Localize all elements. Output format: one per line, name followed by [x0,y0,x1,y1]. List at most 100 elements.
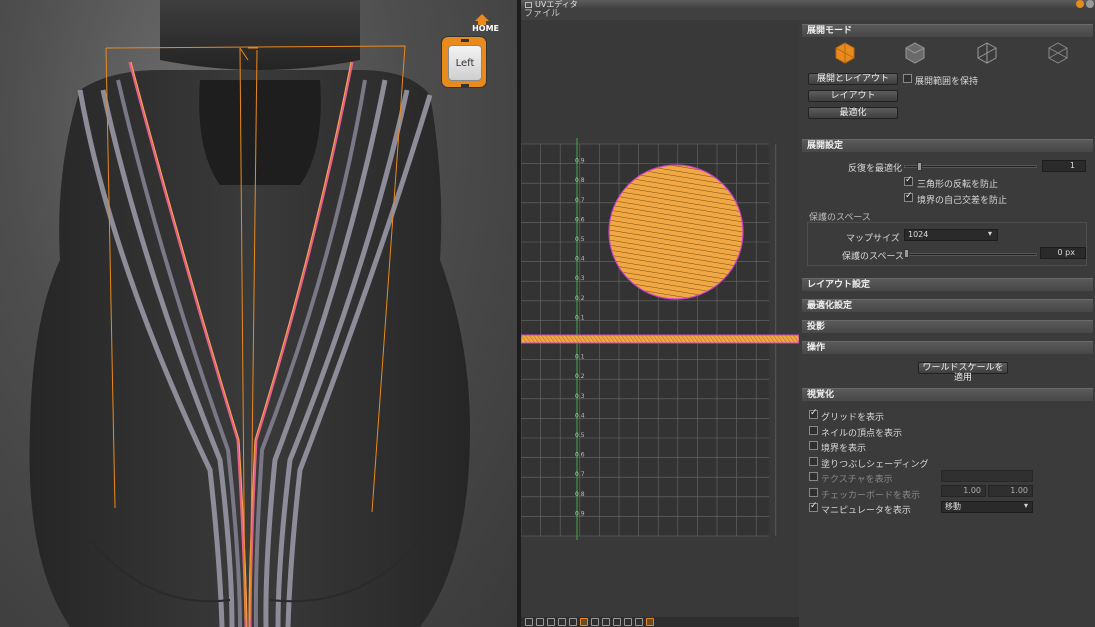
v-tick-label: 0.5 [575,432,585,439]
optimize-button[interactable]: 最適化 [808,107,898,119]
view-cube-frame[interactable]: Left [441,36,487,88]
layout-button[interactable]: レイアウト [808,90,898,102]
uv-canvas[interactable]: 0.9 0.8 0.7 0.6 0.5 0.4 0.3 0.2 0.1 0.1 0.2 0.3 0.4 0… [521,20,799,617]
settings-icon[interactable] [1076,0,1084,8]
texture-dropdown[interactable] [941,470,1033,482]
keep-range-label: 展開範囲を保持 [915,77,979,87]
shape-icon[interactable] [613,618,621,626]
window-icon [525,2,532,8]
select-icon[interactable] [547,618,555,626]
pin-icon[interactable] [646,618,654,626]
display-option-checkbox[interactable] [809,487,818,497]
mode-4-icon[interactable] [1047,42,1069,64]
optimize-iter-slider-knob[interactable] [917,162,922,171]
move-icon[interactable] [569,618,577,626]
3d-viewport[interactable]: HOME Left [0,0,517,627]
mesh-icon[interactable] [602,618,610,626]
checker-u-field[interactable]: 1.00 [941,485,986,497]
display-option-label: マニピュレータを表示 [821,506,911,516]
mode-3-icon[interactable] [976,42,998,64]
section-display[interactable]: 視覚化 [802,388,1093,401]
v-tick-label: 0.1 [575,354,585,361]
display-option-checkbox[interactable] [809,456,818,466]
apply-world-scale-button[interactable]: ワールドスケールを適用 [918,362,1008,383]
section-optimize-settings[interactable]: 最適化設定 [802,299,1093,312]
optimize-iter-slider[interactable] [904,165,1037,168]
unfold-layout-button[interactable]: 展開とレイアウト [808,73,898,85]
home-label[interactable]: HOME [472,24,499,33]
display-option-checkbox[interactable] [809,425,818,435]
display-option-label: 境界を表示 [821,444,867,454]
map-size-dropdown[interactable]: 1024 [904,229,998,241]
display-option-checkbox[interactable] [809,441,818,450]
uv-editor-titlebar[interactable]: UVエディタ [521,0,1095,9]
cube-edge-marker [461,84,469,87]
display-option-label: グリッドを表示 [821,413,885,423]
v-tick-label: 0.7 [575,471,585,478]
display-option-label: ネイルの頂点を表示 [821,428,903,439]
home-icon[interactable] [475,14,489,25]
section-operations[interactable]: 操作 [802,341,1093,354]
v-tick-label: 0.2 [575,295,585,302]
checker-icon[interactable] [635,618,643,626]
checker-v-field[interactable]: 1.00 [988,485,1033,497]
keep-range-checkbox[interactable] [903,74,912,83]
gutter-field[interactable]: 0 px [1040,247,1086,259]
unfold-mode-icon[interactable] [834,42,856,64]
v-tick-label: 0.2 [575,373,585,380]
v-tick-label: 0.6 [575,216,585,223]
app-root: HOME Left UVエディタ ファイル 0.9 0.8 0.7 0.6 0.5 0.4… [0,0,1095,627]
uv-settings-panel: 展開モード 展開とレイアウト 展開範囲を保持 レイアウト 最適化 展開設定 反復… [799,20,1095,627]
cube-edge-marker [461,39,469,42]
close-icon[interactable] [1086,0,1094,8]
view-cube-face-left[interactable]: Left [448,45,482,81]
display-option-checkbox[interactable] [809,472,818,481]
display-option-checkbox[interactable] [809,501,818,512]
section-layout-settings[interactable]: レイアウト設定 [802,278,1093,291]
lasso-icon[interactable] [558,618,566,626]
section-unfold-mode[interactable]: 展開モード [802,24,1093,37]
rotate-right-icon[interactable] [536,618,544,626]
rotate-left-icon[interactable] [525,618,533,626]
grid-icon[interactable] [591,618,599,626]
paint-icon[interactable] [624,618,632,626]
uv-toolbar [521,617,799,627]
display-option-label: テクスチャを表示 [821,475,893,485]
v-tick-label: 0.4 [575,256,585,263]
chevron-down-icon[interactable]: ▾ [1024,501,1028,510]
prevent-tri-flip-label: 三角形の反転を防止 [917,180,999,190]
chevron-down-icon[interactable]: ▾ [988,229,992,238]
gutter-slider[interactable] [904,253,1037,256]
manipulator-dropdown[interactable]: 移動 [941,501,1033,513]
map-size-label: マップサイズ [846,234,900,244]
viewport-scene [29,0,470,627]
prevent-self-overlap-checkbox[interactable] [904,191,913,202]
uv-mode-icon[interactable] [580,618,588,626]
section-projection[interactable]: 投影 [802,320,1093,333]
window-title: UVエディタ [535,0,578,9]
menubar: ファイル [521,9,1095,20]
gutter-space-label: 保護のスペース [842,252,904,262]
v-tick-label: 0.9 [575,158,585,165]
v-tick-label: 0.5 [575,236,585,243]
section-unfold-settings[interactable]: 展開設定 [802,139,1093,152]
optimize-iter-label: 反復を最適化 [848,164,903,174]
menu-file[interactable]: ファイル [524,9,560,19]
uv-grid-view[interactable]: 0.9 0.8 0.7 0.6 0.5 0.4 0.3 0.2 0.1 0.1 0.2 0.3 0.4 0… [521,20,799,617]
v-tick-label: 0.3 [575,275,585,282]
mode-2-icon[interactable] [904,42,926,64]
view-cube[interactable]: HOME Left [441,14,499,88]
optimize-iter-field[interactable]: 1 [1042,160,1086,172]
v-tick-label: 0.6 [575,452,585,459]
v-tick-label: 0.4 [575,412,585,419]
display-option-label: 塗りつぶしシェーディング [821,459,929,470]
v-tick-label: 0.8 [575,177,585,184]
v-tick-label: 0.1 [575,314,585,321]
display-option-label: チェッカーボードを表示 [821,490,921,501]
uv-editor-window: UVエディタ ファイル 0.9 0.8 0.7 0.6 0.5 0.4 0.3 0.2 0.1 0… [521,0,1095,627]
v-tick-label: 0.7 [575,197,585,204]
prevent-tri-flip-checkbox[interactable] [904,175,913,186]
display-option-checkbox[interactable] [809,408,818,419]
v-tick-label: 0.3 [575,393,585,400]
gutter-slider-knob[interactable] [904,249,909,258]
